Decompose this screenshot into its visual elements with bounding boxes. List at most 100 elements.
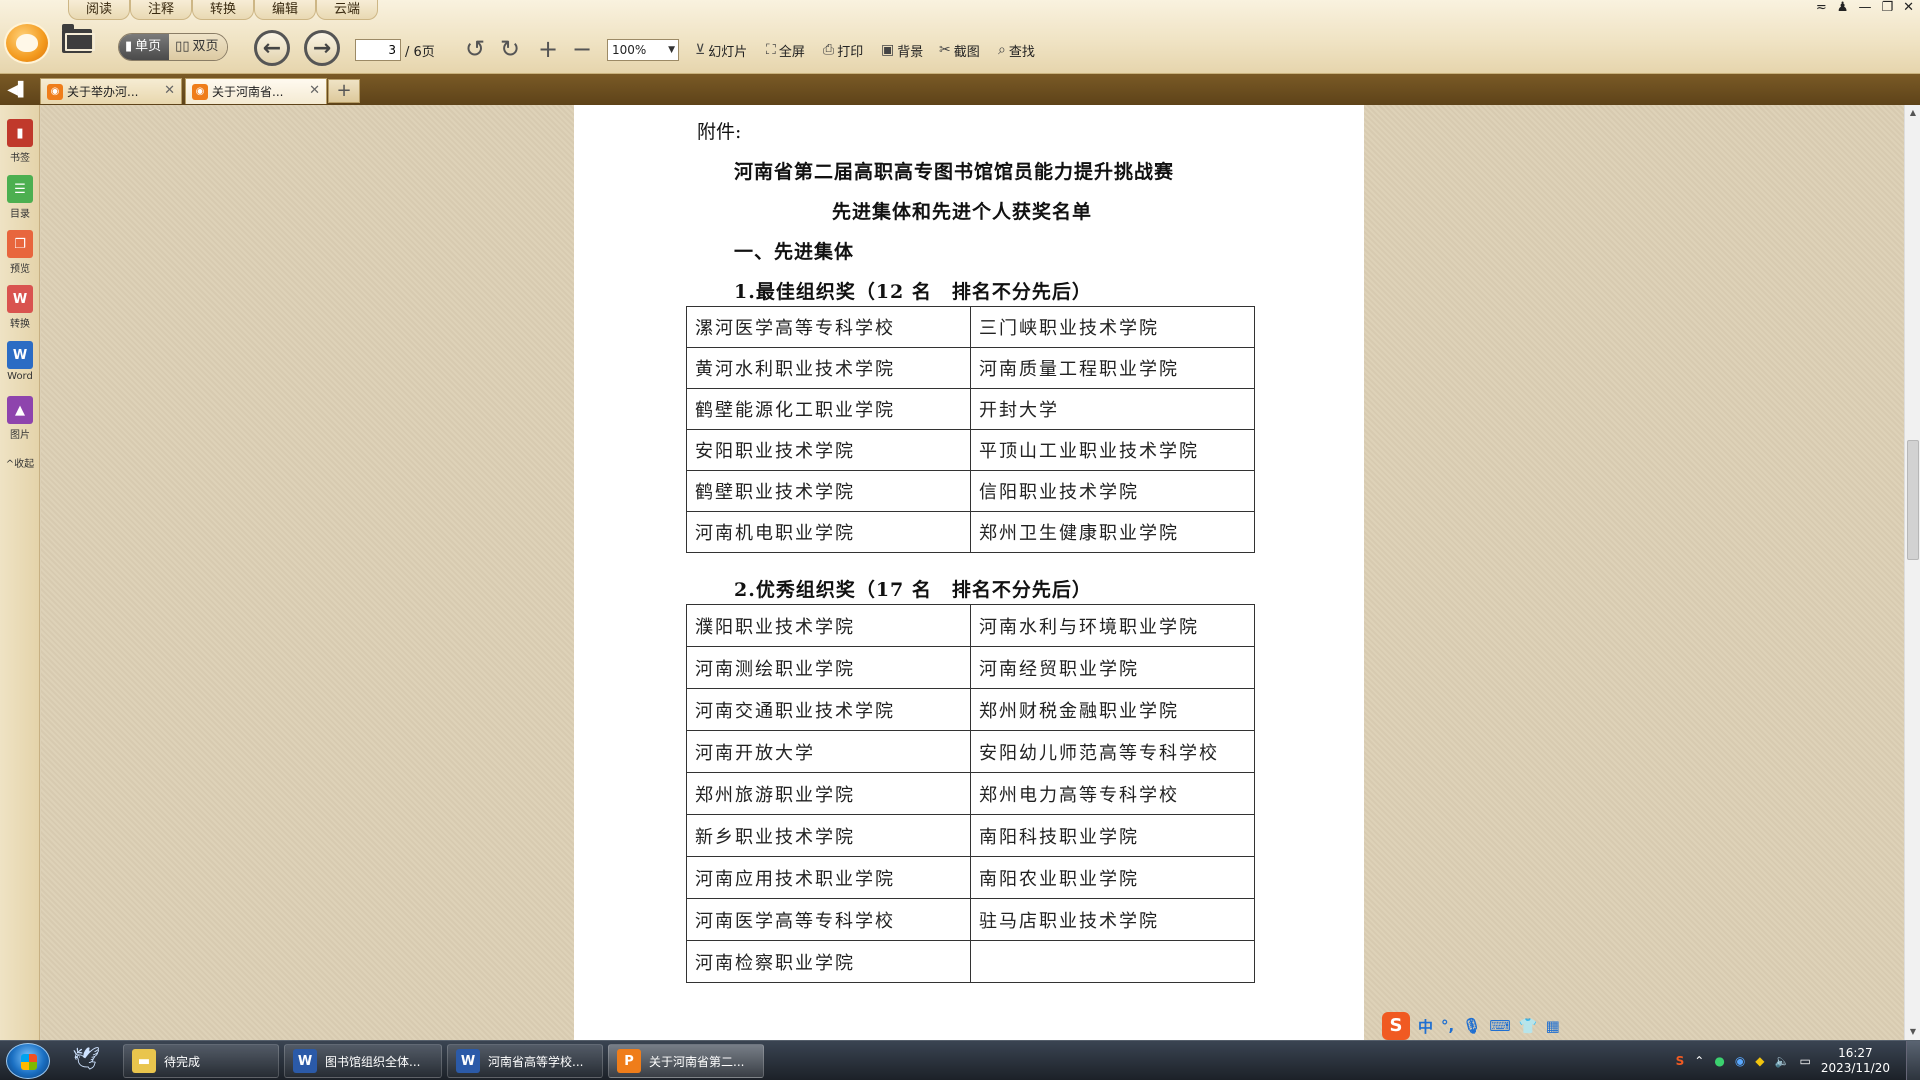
- document-viewport[interactable]: 附件: 河南省第二届高职高专图书馆馆员能力提升挑战赛 先进集体和先进个人获奖名单…: [41, 105, 1904, 1040]
- sogou-tray-icon[interactable]: S: [1676, 1054, 1685, 1068]
- wechat-icon[interactable]: ●: [1714, 1054, 1724, 1068]
- table-cell: 安阳幼儿师范高等专科学校: [970, 730, 1255, 773]
- vertical-scrollbar[interactable]: ▲ ▼: [1904, 105, 1920, 1040]
- zoom-in-button[interactable]: +: [535, 36, 561, 62]
- doc-tab-1[interactable]: ◉ 关于举办河... ✕: [40, 78, 182, 104]
- menu-tab-cloud[interactable]: 云端: [316, 0, 378, 20]
- next-page-button[interactable]: →: [304, 30, 340, 66]
- taskbar-item-folder[interactable]: ▬ 待完成: [123, 1044, 279, 1078]
- close-icon[interactable]: ✕: [1903, 0, 1914, 15]
- sidebar-item-image[interactable]: ▲ 图片: [4, 396, 36, 441]
- quicklaunch-bird-icon[interactable]: 🕊: [72, 1047, 100, 1072]
- sidebar-item-preview[interactable]: ❐ 预览: [4, 230, 36, 275]
- document-subtitle: 先进集体和先进个人获奖名单: [832, 201, 1093, 223]
- rotate-left-button[interactable]: ↺: [462, 36, 488, 62]
- search-icon: ⌕: [998, 42, 1006, 58]
- ime-lang-toggle[interactable]: 中: [1418, 1016, 1433, 1037]
- doc-tab-2[interactable]: ◉ 关于河南省... ✕: [185, 78, 327, 104]
- table-cell: 信阳职业技术学院: [970, 470, 1255, 512]
- table-cell: 河南医学高等专科学校: [686, 898, 971, 941]
- page-number-input[interactable]: [355, 39, 401, 61]
- table-row: 漯河医学高等专科学校 三门峡职业技术学院: [686, 306, 1255, 348]
- sidebar-item-toc[interactable]: ☰ 目录: [4, 175, 36, 220]
- start-button[interactable]: [6, 1043, 50, 1079]
- sidebar-item-bookmarks[interactable]: ▮ 书签: [4, 119, 36, 164]
- sidebar-collapse-button[interactable]: ^收起: [4, 455, 36, 470]
- plus-icon: +: [537, 35, 559, 63]
- punctuation-icon[interactable]: °,: [1441, 1017, 1454, 1035]
- screenshot-button[interactable]: ✂ 截图: [939, 40, 980, 60]
- ime-toolbar: S 中 °, 🎙 ⌨ 👕 ▦: [1380, 1012, 1560, 1040]
- table-row: 安阳职业技术学院 平顶山工业职业技术学院: [686, 429, 1255, 471]
- table-row: 新乡职业技术学院 南阳科技职业学院: [686, 814, 1255, 857]
- award2-heading: 2.优秀组织奖（17 名 排名不分先后）: [734, 579, 1092, 601]
- zoom-select[interactable]: 100%: [607, 39, 679, 61]
- scroll-thumb[interactable]: [1907, 440, 1919, 560]
- slideshow-icon: ⊻: [695, 42, 706, 58]
- volume-icon[interactable]: 🔈: [1775, 1054, 1790, 1068]
- toggle-panel-button[interactable]: ◀▌: [6, 80, 30, 100]
- background-icon: ▣: [881, 42, 895, 58]
- folder-icon: [62, 24, 95, 53]
- table-cell: 河南应用技术职业学院: [686, 856, 971, 899]
- table-row: 河南测绘职业学院 河南经贸职业学院: [686, 646, 1255, 689]
- previous-page-button[interactable]: ←: [254, 30, 290, 66]
- document-title: 河南省第二届高职高专图书馆馆员能力提升挑战赛: [734, 161, 1175, 183]
- rotate-right-button[interactable]: ↻: [497, 36, 523, 62]
- taskbar-item-word-1[interactable]: W 图书馆组织全体...: [284, 1044, 442, 1078]
- close-tab-icon[interactable]: ✕: [164, 83, 175, 98]
- taskbar-item-pdf[interactable]: P 关于河南省第二...: [608, 1044, 764, 1078]
- slideshow-button[interactable]: ⊻ 幻灯片: [695, 40, 747, 60]
- word-icon: W: [7, 341, 33, 369]
- scroll-down-icon[interactable]: ▼: [1905, 1024, 1920, 1040]
- zoom-out-button[interactable]: −: [569, 36, 595, 62]
- table-row: 河南检察职业学院: [686, 940, 1255, 983]
- skin-icon[interactable]: ♟: [1837, 0, 1849, 15]
- skin-shirt-icon[interactable]: 👕: [1519, 1017, 1538, 1035]
- print-button[interactable]: ⎙ 打印: [823, 40, 863, 60]
- collapse-panel-icon: ◀▌: [7, 82, 29, 98]
- menu-tab-convert[interactable]: 转换: [192, 0, 254, 20]
- tray-expand-icon[interactable]: ⌃: [1694, 1054, 1704, 1068]
- keyboard-icon[interactable]: ⌨: [1489, 1017, 1511, 1035]
- minus-icon: −: [571, 35, 593, 63]
- app-logo-icon[interactable]: [4, 22, 50, 64]
- table-cell: 河南开放大学: [686, 730, 971, 773]
- word-icon: W: [293, 1049, 317, 1073]
- left-sidebar: ▮ 书签 ☰ 目录 ❐ 预览 W 转换 W Word ▲ 图片 ^收起: [0, 105, 40, 1040]
- new-tab-button[interactable]: +: [328, 79, 360, 103]
- open-file-button[interactable]: [62, 24, 95, 56]
- security-shield-icon[interactable]: ◆: [1755, 1054, 1764, 1068]
- sidebar-item-word[interactable]: W Word: [4, 341, 36, 382]
- folder-icon: ▬: [132, 1049, 156, 1073]
- clock[interactable]: 16:27 2023/11/20: [1821, 1046, 1890, 1076]
- network-status-icon[interactable]: ◉: [1735, 1054, 1745, 1068]
- microphone-icon[interactable]: 🎙: [1462, 1017, 1481, 1035]
- menu-tab-annotate[interactable]: 注释: [130, 0, 192, 20]
- restore-icon[interactable]: ❐: [1881, 0, 1893, 15]
- table-cell: 鹤壁能源化工职业学院: [686, 388, 971, 430]
- minimize-icon[interactable]: —: [1858, 0, 1871, 15]
- background-button[interactable]: ▣ 背景: [881, 40, 923, 60]
- sogou-logo-icon[interactable]: S: [1382, 1012, 1410, 1040]
- table-cell: 平顶山工业职业技术学院: [970, 429, 1255, 471]
- view-mode-toggle: ▮ 单页 ▯▯ 双页: [118, 33, 228, 61]
- single-page-button[interactable]: ▮ 单页: [119, 34, 170, 60]
- taskbar-item-word-2[interactable]: W 河南省高等学校...: [447, 1044, 603, 1078]
- scroll-up-icon[interactable]: ▲: [1905, 105, 1920, 121]
- fullscreen-button[interactable]: ⛶ 全屏: [766, 40, 805, 60]
- table-row: 河南机电职业学院 郑州卫生健康职业学院: [686, 511, 1255, 553]
- sidebar-item-convert[interactable]: W 转换: [4, 285, 36, 330]
- close-tab-icon[interactable]: ✕: [309, 83, 320, 98]
- table-row: 鹤壁能源化工职业学院 开封大学: [686, 388, 1255, 430]
- double-page-button[interactable]: ▯▯ 双页: [169, 34, 227, 60]
- table-row: 郑州旅游职业学院 郑州电力高等专科学校: [686, 772, 1255, 815]
- bookmark-icon: ▮: [7, 119, 33, 147]
- find-button[interactable]: ⌕ 查找: [998, 40, 1035, 60]
- menu-dropdown-icon[interactable]: ≂: [1816, 0, 1827, 15]
- show-desktop-button[interactable]: [1906, 1041, 1920, 1080]
- menu-tab-read[interactable]: 阅读: [68, 0, 130, 20]
- menu-tab-edit[interactable]: 编辑: [254, 0, 316, 20]
- grid-menu-icon[interactable]: ▦: [1546, 1017, 1560, 1035]
- action-center-icon[interactable]: ▭: [1799, 1054, 1810, 1068]
